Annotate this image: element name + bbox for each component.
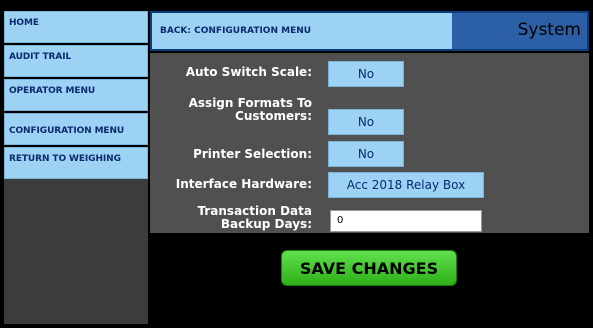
sidebar-item-return-to-weighing[interactable]: RETURN TO WEIGHING <box>4 147 148 179</box>
header-bar: BACK: CONFIGURATION MENU System <box>150 11 589 51</box>
sidebar-empty-area <box>4 179 148 324</box>
sidebar-item-configuration-menu[interactable]: CONFIGURATION MENU <box>4 113 148 145</box>
sidebar-item-operator-menu[interactable]: OPERATOR MENU <box>4 79 148 111</box>
transaction-backup-days-input[interactable]: 0 <box>330 210 482 232</box>
main-panel: BACK: CONFIGURATION MENU System Auto Swi… <box>150 11 589 323</box>
sidebar-item-audit-trail[interactable]: AUDIT TRAIL <box>4 45 148 77</box>
app-frame: HOME AUDIT TRAIL OPERATOR MENU CONFIGURA… <box>4 8 589 326</box>
interface-hardware-select[interactable]: Acc 2018 Relay Box <box>328 172 484 198</box>
page-title: System <box>452 13 587 49</box>
assign-formats-label-line2: Customers: <box>235 109 312 123</box>
save-changes-button[interactable]: SAVE CHANGES <box>281 250 457 286</box>
printer-selection-toggle[interactable]: No <box>328 141 404 167</box>
assign-formats-toggle[interactable]: No <box>328 109 404 135</box>
transaction-backup-label-line2: Backup Days: <box>220 217 312 231</box>
settings-panel: Auto Switch Scale: No Assign Formats To … <box>150 53 589 233</box>
back-button[interactable]: BACK: CONFIGURATION MENU <box>152 13 452 49</box>
printer-selection-label: Printer Selection: <box>193 147 312 161</box>
sidebar-item-home[interactable]: HOME <box>4 11 148 43</box>
sidebar-nav: HOME AUDIT TRAIL OPERATOR MENU CONFIGURA… <box>4 11 148 181</box>
interface-hardware-label: Interface Hardware: <box>175 177 312 191</box>
auto-switch-scale-label: Auto Switch Scale: <box>185 65 312 79</box>
auto-switch-scale-toggle[interactable]: No <box>328 61 404 87</box>
